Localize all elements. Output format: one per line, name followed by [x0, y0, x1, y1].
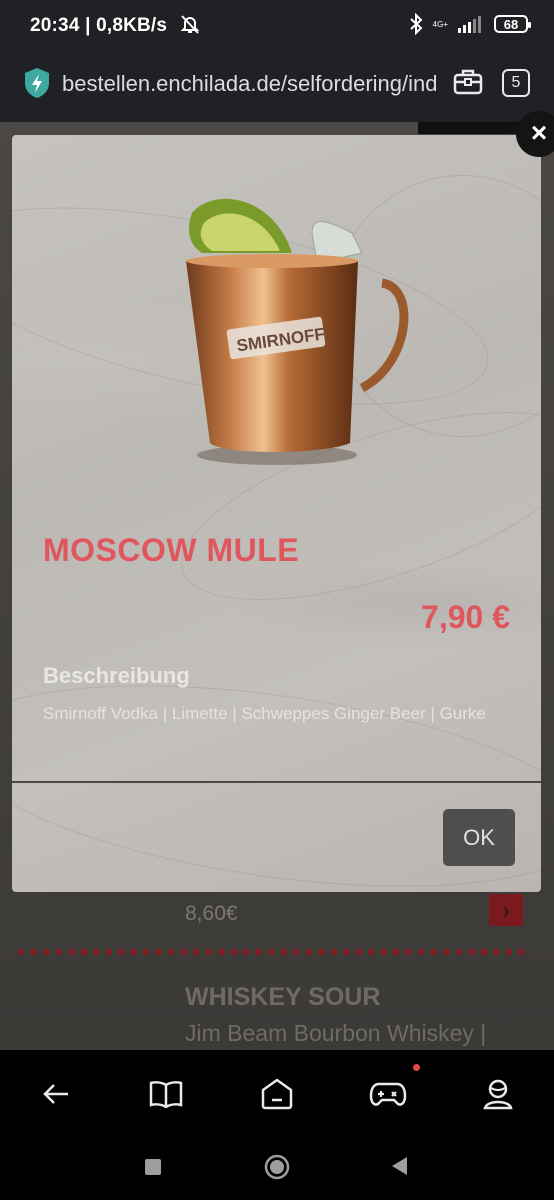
games-button[interactable]	[368, 1074, 408, 1114]
background-item-desc: Jim Beam Bourbon Whiskey |	[185, 1020, 487, 1046]
close-icon[interactable]: ×	[516, 111, 554, 157]
background-item-title: WHISKEY SOUR	[185, 983, 381, 1011]
bookmarks-button[interactable]	[146, 1074, 186, 1114]
signal-icon	[458, 16, 481, 33]
profile-icon	[483, 1079, 513, 1110]
status-time-speed: 20:34 | 0,8KB/s	[30, 14, 201, 37]
mute-icon	[180, 15, 200, 34]
notification-dot	[413, 1064, 420, 1071]
status-bar: 20:34 | 0,8KB/s 4G+ 68	[0, 0, 554, 52]
bluetooth-icon	[409, 13, 423, 35]
profile-button[interactable]	[478, 1074, 518, 1114]
back-triangle-icon[interactable]	[390, 1156, 408, 1176]
ok-button[interactable]: OK	[443, 809, 515, 866]
background-price: 8,60€	[185, 902, 238, 925]
browser-url-bar: bestellen.enchilada.de/selfordering/ind …	[0, 52, 554, 122]
modal-divider	[12, 781, 541, 783]
battery-indicator: 68	[494, 15, 531, 33]
system-nav-bar	[0, 1136, 554, 1200]
dotted-divider	[15, 948, 527, 956]
toolbox-icon[interactable]	[453, 68, 483, 96]
back-button[interactable]	[36, 1074, 76, 1114]
home-icon	[261, 1078, 293, 1110]
browser-bottom-nav	[0, 1050, 554, 1136]
description-heading: Beschreibung	[43, 663, 190, 688]
recents-icon[interactable]	[144, 1158, 162, 1176]
status-icons: 4G+ 68	[409, 13, 531, 35]
back-icon	[43, 1084, 68, 1104]
gamepad-icon	[369, 1082, 407, 1106]
book-icon	[149, 1081, 183, 1108]
url-text[interactable]: bestellen.enchilada.de/selfordering/ind	[62, 71, 438, 97]
product-modal: SMIRNOFF MOSCOW MULE 7,90 € Beschreibung…	[12, 135, 541, 892]
home-circle-icon[interactable]	[264, 1154, 290, 1180]
tab-count-button[interactable]: 5	[502, 69, 530, 97]
home-button[interactable]	[257, 1074, 297, 1114]
description-text: Smirnoff Vodka | Limette | Schweppes Gin…	[43, 704, 486, 723]
product-price: 7,90 €	[421, 599, 510, 635]
moscow-mule-mug-image: SMIRNOFF	[186, 198, 409, 465]
chevron-right-icon[interactable]: ›	[489, 894, 523, 926]
network-type: 4G+	[432, 19, 448, 29]
product-title: MOSCOW MULE	[43, 532, 300, 568]
secure-shield-icon	[25, 68, 49, 98]
